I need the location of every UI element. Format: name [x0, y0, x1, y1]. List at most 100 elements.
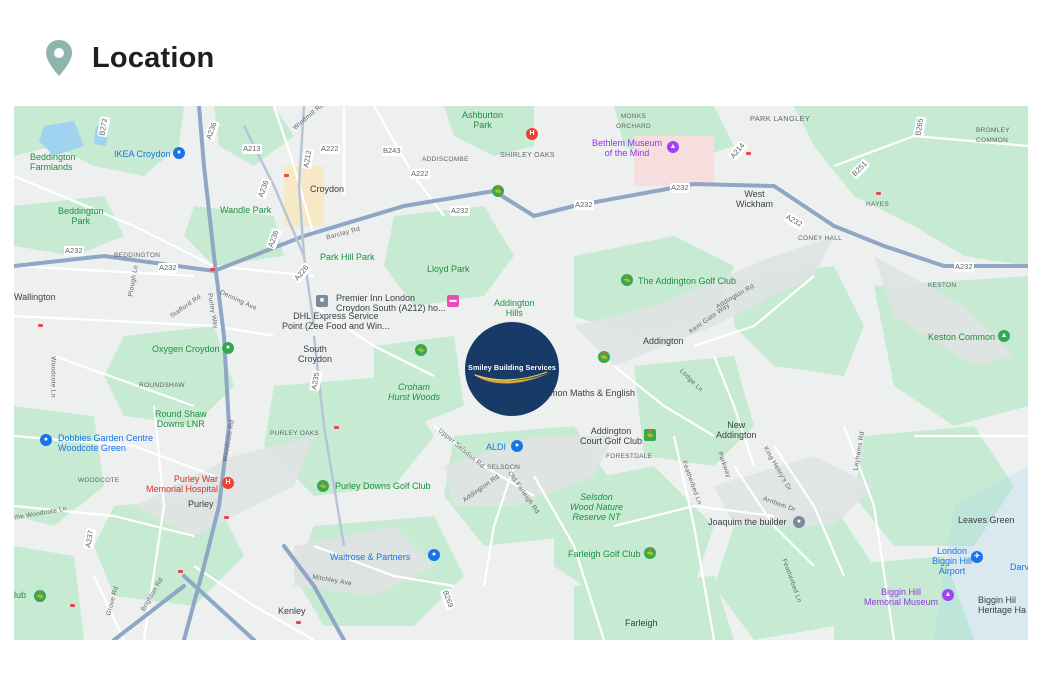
- label-coney-hall: CONEY HALL: [798, 235, 843, 242]
- museum-icon[interactable]: ▲: [942, 589, 954, 601]
- label-monks-orchard: MONKS ORCHARD: [616, 113, 651, 130]
- rail-station-icon: [70, 604, 75, 607]
- road-a232: A232: [670, 183, 690, 193]
- label-lloyd-park: Lloyd Park: [427, 264, 470, 274]
- label-park-langley: PARK LANGLEY: [750, 114, 811, 123]
- label-keston-common: Keston Common: [928, 332, 996, 342]
- label-waitrose: Waitrose & Partners: [330, 552, 411, 562]
- shopping-bag-icon[interactable]: ●: [173, 147, 185, 159]
- label-joaquim: Joaquim the builder: [708, 517, 787, 527]
- golf-icon[interactable]: ⛳: [621, 274, 633, 286]
- location-marker-icon[interactable]: ●: [793, 516, 805, 528]
- map-view[interactable]: Ashburton Park MONKS ORCHARD PARK LANGLE…: [14, 106, 1028, 640]
- road-a213: A213: [242, 144, 262, 154]
- airport-icon[interactable]: ✈: [971, 551, 983, 563]
- road-a232: A232: [64, 246, 84, 256]
- road-a222: A222: [410, 169, 430, 179]
- rail-station-icon: [224, 516, 229, 519]
- label-park-hill-park: Park Hill Park: [320, 252, 375, 262]
- logo-text: Smiley Building Services: [468, 362, 556, 372]
- label-farleigh: Farleigh: [625, 618, 658, 628]
- label-croydon: Croydon: [310, 184, 345, 194]
- fitness-icon[interactable]: ●: [222, 342, 234, 354]
- road-a232: A232: [450, 206, 470, 216]
- label-addiscombe: ADDISCOMBE: [422, 156, 469, 163]
- label-ashburton-park: Ashburton Park: [462, 110, 504, 130]
- label-addington-hills: Addington Hills: [494, 298, 535, 318]
- label-south-croydon: South Croydon: [298, 344, 333, 364]
- shopping-bag-icon[interactable]: ●: [40, 434, 52, 446]
- rail-station-icon: [296, 621, 301, 624]
- label-london-biggin: London Biggin Hill Airport: [932, 546, 973, 576]
- label-club: lub: [14, 590, 27, 600]
- label-new-addington: New Addington: [716, 420, 757, 440]
- street-woodcote-ln: Woodcote Ln: [49, 356, 57, 398]
- label-purley: Purley: [188, 499, 214, 509]
- museum-icon[interactable]: ▲: [667, 141, 679, 153]
- label-croham-hurst: Croham Hurst Woods: [388, 382, 441, 402]
- section-title: Location: [92, 41, 215, 74]
- golf-icon[interactable]: ⛳: [34, 590, 46, 602]
- service-point-icon[interactable]: ■: [316, 295, 328, 307]
- label-aldi: ALDI: [486, 442, 507, 452]
- business-logo-marker[interactable]: Smiley Building Services: [465, 322, 559, 416]
- hospital-icon[interactable]: H: [222, 477, 234, 489]
- label-purley-downs: Purley Downs Golf Club: [335, 481, 431, 491]
- road-a222: A222: [320, 144, 340, 154]
- golf-icon[interactable]: ⛳: [644, 429, 656, 441]
- label-hayes: HAYES: [866, 201, 890, 208]
- label-addington-court: Addington Court Golf Club: [580, 426, 643, 446]
- label-dobbies: Dobbies Garden Centre Woodcote Green: [58, 433, 154, 453]
- label-bethlem-museum: Bethlem Museum of the Mind: [592, 138, 663, 158]
- label-farleigh-golf: Farleigh Golf Club: [568, 549, 641, 559]
- road-a232: A232: [158, 263, 178, 273]
- rail-station-icon: [210, 268, 215, 271]
- label-beddington: BEDDINGTON: [114, 252, 161, 259]
- road-b243: B243: [382, 146, 402, 156]
- rail-station-icon: [284, 174, 289, 177]
- label-selsdon-wood: Selsdon Wood Nature Reserve NT: [570, 492, 624, 522]
- label-west-wickham: West Wickham: [736, 189, 774, 209]
- label-biggin-museum: Biggin Hill Memorial Museum: [864, 587, 939, 607]
- golf-icon[interactable]: ⛳: [317, 480, 329, 492]
- label-ikea-croydon: IKEA Croydon: [114, 149, 171, 159]
- label-oxygen-croydon: Oxygen Croydon: [152, 344, 220, 354]
- cart-icon[interactable]: ●: [511, 440, 523, 452]
- label-wandle-park: Wandle Park: [220, 205, 272, 215]
- shopping-bag-icon[interactable]: ●: [428, 549, 440, 561]
- label-beddington-farmlands: Beddington Farmlands: [30, 152, 76, 172]
- hospital-icon[interactable]: H: [526, 128, 538, 140]
- label-dhl: DHL Express Service Point (Zee Food and …: [282, 311, 390, 331]
- map-pin-icon: [46, 40, 72, 76]
- label-darwin: Darv: [1010, 562, 1028, 572]
- location-header: Location: [44, 38, 214, 78]
- label-kenley: Kenley: [278, 606, 306, 616]
- rail-station-icon: [334, 426, 339, 429]
- label-purley-oaks: PURLEY OAKS: [270, 430, 320, 437]
- label-forestdale: FORESTDALE: [606, 453, 653, 460]
- golf-icon[interactable]: ⛳: [492, 185, 504, 197]
- golf-icon[interactable]: ⛳: [415, 344, 427, 356]
- rail-station-icon: [746, 152, 751, 155]
- label-premier-inn: Premier Inn London Croydon South (A212) …: [336, 293, 446, 313]
- label-roundshaw: ROUNDSHAW: [139, 382, 185, 389]
- label-shirley-oaks: SHIRLEY OAKS: [500, 152, 555, 159]
- rail-station-icon: [38, 324, 43, 327]
- park-icon[interactable]: ▲: [998, 330, 1010, 342]
- label-maths-english: mon Maths & English: [550, 388, 636, 398]
- road-a232: A232: [574, 200, 594, 210]
- hotel-icon[interactable]: ▬: [447, 295, 459, 307]
- label-biggin-heritage: Biggin Hil Heritage Ha: [978, 595, 1027, 615]
- golf-icon[interactable]: ⛳: [644, 547, 656, 559]
- label-bromley-common: BROMLEY COMMON: [976, 127, 1010, 144]
- label-keston: KESTON: [928, 282, 957, 289]
- road-a232: A232: [954, 262, 974, 272]
- label-addington-golf-club: The Addington Golf Club: [638, 276, 737, 286]
- label-round-shaw: Round Shaw Downs LNR: [155, 409, 207, 429]
- label-purley-hospital: Purley War Memorial Hospital: [146, 474, 219, 494]
- label-addington: Addington: [643, 336, 684, 346]
- label-beddington-park: Beddington Park: [58, 206, 104, 226]
- rail-station-icon: [178, 570, 183, 573]
- label-leaves-green: Leaves Green: [958, 515, 1015, 525]
- golf-icon[interactable]: ⛳: [598, 351, 610, 363]
